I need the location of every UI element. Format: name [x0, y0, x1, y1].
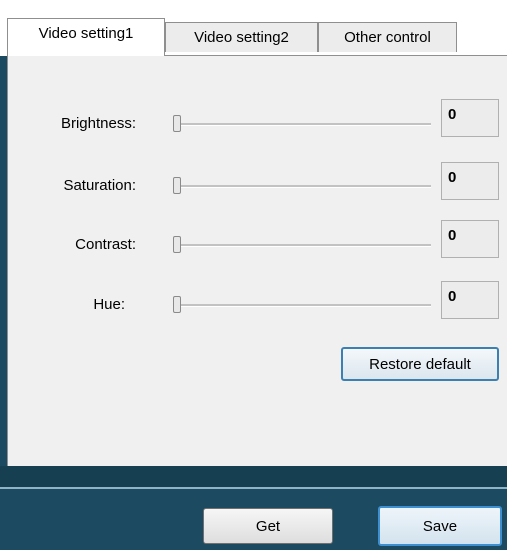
setting-row-contrast: Contrast: 0	[8, 220, 507, 268]
slider-thumb[interactable]	[173, 236, 181, 253]
hue-slider[interactable]	[173, 295, 431, 315]
contrast-label: Contrast:	[75, 236, 136, 253]
hue-label: Hue:	[93, 296, 125, 313]
slider-thumb[interactable]	[173, 115, 181, 132]
tab-strip: Video setting1 Video setting2 Other cont…	[0, 0, 507, 56]
hue-value-field[interactable]: 0	[441, 281, 499, 319]
restore-default-button[interactable]: Restore default	[341, 347, 499, 381]
saturation-slider[interactable]	[173, 176, 431, 196]
setting-row-brightness: Brightness: 0	[8, 99, 507, 143]
slider-track	[173, 185, 431, 188]
setting-row-hue: Hue: 0	[8, 281, 507, 329]
saturation-label: Saturation:	[63, 177, 136, 194]
brightness-value-field[interactable]: 0	[441, 99, 499, 137]
slider-track	[173, 244, 431, 247]
saturation-value-field[interactable]: 0	[441, 162, 499, 200]
tab-video-setting1[interactable]: Video setting1	[7, 18, 165, 56]
brightness-slider[interactable]	[173, 114, 431, 134]
get-button[interactable]: Get	[203, 508, 333, 544]
brightness-label: Brightness:	[60, 115, 136, 132]
contrast-slider[interactable]	[173, 235, 431, 255]
slider-track	[173, 304, 431, 307]
setting-row-saturation: Saturation: 0	[8, 162, 507, 206]
slider-track	[173, 123, 431, 126]
video-settings-panel: Brightness: 0 Saturation: 0 Contrast: 0 …	[7, 56, 507, 466]
contrast-value-field[interactable]: 0	[441, 220, 499, 258]
tab-other-control[interactable]: Other control	[318, 22, 457, 52]
footer-separator	[0, 466, 507, 488]
tab-video-setting2[interactable]: Video setting2	[165, 22, 318, 52]
slider-thumb[interactable]	[173, 296, 181, 313]
slider-thumb[interactable]	[173, 177, 181, 194]
save-button[interactable]: Save	[378, 506, 502, 546]
